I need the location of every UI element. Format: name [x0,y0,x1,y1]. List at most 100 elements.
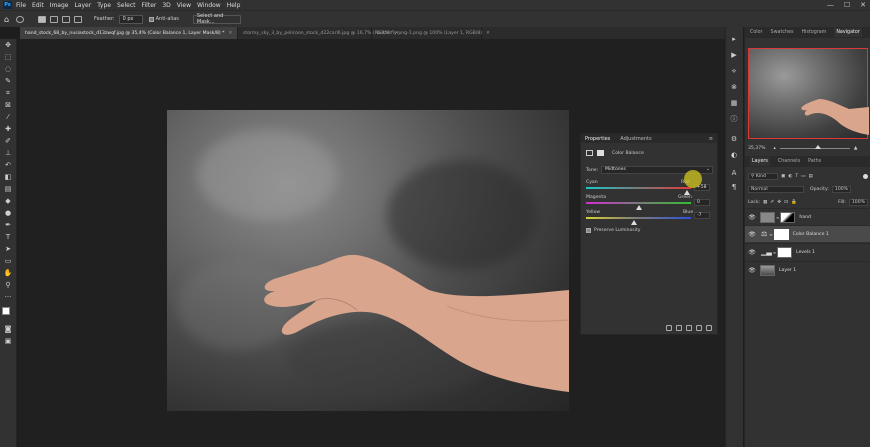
shape-tool-icon[interactable]: ▭ [3,257,13,266]
lock-all-icon[interactable]: 🔒 [791,200,797,205]
intersect-selection-icon[interactable] [74,15,82,23]
visibility-icon[interactable] [696,325,702,331]
layer-row-color-balance[interactable]: 👁 ⚖ ∞ Color Balance 1 [745,225,870,242]
menu-layer[interactable]: Layer [74,2,91,9]
tab-navigator[interactable]: Navigator [834,28,862,37]
lock-pixels-icon[interactable]: ▦ [763,200,767,205]
menu-help[interactable]: Help [227,2,241,9]
new-selection-icon[interactable] [38,15,46,23]
menu-view[interactable]: View [177,2,191,9]
pen-tool-icon[interactable]: ✒ [3,221,13,230]
zoom-thumb[interactable] [814,144,821,149]
zoom-in-icon[interactable]: ▲ [854,146,858,151]
layer-row-layer1[interactable]: 👁 Layer 1 [745,261,870,278]
brush-settings-icon[interactable]: ⟡ [729,67,739,76]
menu-window[interactable]: Window [197,2,221,9]
filter-kind-select[interactable]: ⚲ Kind [748,172,778,180]
lasso-tool-icon[interactable]: ◌ [3,65,13,74]
minimize-button[interactable]: — [827,1,834,9]
info-icon[interactable]: ⓘ [729,115,739,124]
cyan-red-slider[interactable] [586,187,691,189]
menu-select[interactable]: Select [117,2,136,9]
menu-image[interactable]: Image [50,2,69,9]
tab-paths[interactable]: Paths [808,159,821,164]
magenta-green-value[interactable]: 0 [694,199,710,206]
foreground-color-swatch[interactable] [2,307,10,315]
frame-tool-icon[interactable]: ⊠ [3,101,13,110]
add-selection-icon[interactable] [50,15,58,23]
actions-icon[interactable]: ▶ [729,51,739,60]
blend-mode-select[interactable]: Normal [748,185,804,193]
filter-type-icon[interactable]: T [795,174,798,179]
layer-mask-thumbnail[interactable] [780,211,796,223]
character-icon[interactable]: A [729,169,739,178]
tab-adjustments[interactable]: Adjustments [620,136,651,142]
path-select-icon[interactable]: ➤ [3,245,13,254]
eye-icon[interactable]: 👁 [747,249,757,256]
yellow-blue-value[interactable]: -7 [694,212,710,219]
magenta-green-slider[interactable] [586,202,691,204]
more-tools-icon[interactable]: ··· [3,293,13,302]
eye-icon[interactable]: 👁 [747,214,757,221]
crop-tool-icon[interactable]: ⌗ [3,89,13,98]
blur-tool-icon[interactable]: ◆ [3,197,13,206]
panel-menu-icon[interactable]: ≡ [709,136,713,142]
eye-icon[interactable]: 👁 [747,267,757,274]
history-brush-icon[interactable]: ↶ [3,161,13,170]
fill-input[interactable]: 100% [848,198,868,206]
filter-adjustment-icon[interactable]: ◐ [788,174,792,179]
maximize-button[interactable]: ☐ [844,1,850,9]
close-button[interactable]: ✕ [860,1,866,9]
lock-artboard-icon[interactable]: ⊡ [784,200,788,205]
preserve-luminosity-checkbox[interactable] [586,228,591,233]
filter-toggle-icon[interactable] [863,173,868,179]
layer-mask-thumbnail[interactable] [777,246,793,258]
eraser-tool-icon[interactable]: ◧ [3,173,13,182]
zoom-tool-icon[interactable]: ⚲ [3,281,13,290]
styles-icon[interactable]: ◐ [729,151,739,160]
eyedropper-tool-icon[interactable]: ⁄ [3,113,13,122]
eye-icon[interactable]: 👁 [747,231,757,238]
healing-brush-icon[interactable]: ✚ [3,125,13,134]
feather-input[interactable]: 0 px [118,14,143,24]
lock-paint-icon[interactable]: ✐ [770,200,774,205]
quick-mask-icon[interactable]: ◙ [3,325,13,334]
filter-smart-icon[interactable]: ▤ [809,174,813,179]
menu-edit[interactable]: Edit [32,2,44,9]
lock-position-icon[interactable]: ✥ [777,200,781,205]
layer-mask-thumbnail[interactable] [773,228,789,240]
move-tool-icon[interactable]: ✥ [3,41,13,50]
gradient-tool-icon[interactable]: ▤ [3,185,13,194]
menu-3d[interactable]: 3D [162,2,170,9]
document-canvas[interactable] [167,110,569,411]
dodge-tool-icon[interactable]: ● [3,209,13,218]
zoom-slider[interactable] [779,144,850,149]
filter-pixel-icon[interactable]: ▣ [781,174,785,179]
tab-histogram[interactable]: Histogram [801,30,826,35]
adjustments-icon[interactable]: ⚙ [729,135,739,144]
doc-tab-butterfly[interactable]: butterfly-png-1.png @ 100% (Layer 1, RGB… [372,27,490,39]
history-icon[interactable]: ▸ [729,35,739,44]
tab-color[interactable]: Color [750,30,763,35]
subtract-selection-icon[interactable] [62,15,70,23]
doc-tab-hand[interactable]: hand_stock_68_by_nusiastock_d13zwqf.jpg … [20,27,238,39]
screen-mode-icon[interactable]: ▣ [3,337,13,346]
yellow-blue-slider[interactable] [586,217,691,219]
tab-properties[interactable]: Properties [585,136,610,142]
tab-channels[interactable]: Channels [778,159,800,164]
marquee-tool-icon[interactable]: ⬚ [3,53,13,62]
brush-tool-icon[interactable]: ✐ [3,137,13,146]
antialias-checkbox[interactable] [148,16,154,22]
opacity-input[interactable]: 100% [831,185,852,193]
tab-swatches[interactable]: Swatches [771,30,794,35]
clip-to-layer-icon[interactable] [666,325,672,331]
menu-file[interactable]: File [16,2,26,9]
slider-thumb[interactable] [636,205,642,210]
tab-layers[interactable]: Layers [750,157,770,166]
view-previous-icon[interactable] [676,325,682,331]
reset-icon[interactable] [686,325,692,331]
hand-tool-icon[interactable]: ✋ [3,269,13,278]
layer-row-hand[interactable]: 👁 ∞ hand [745,208,870,225]
lasso-tool-icon[interactable] [16,15,24,23]
filter-shape-icon[interactable]: ▭ [801,174,805,179]
